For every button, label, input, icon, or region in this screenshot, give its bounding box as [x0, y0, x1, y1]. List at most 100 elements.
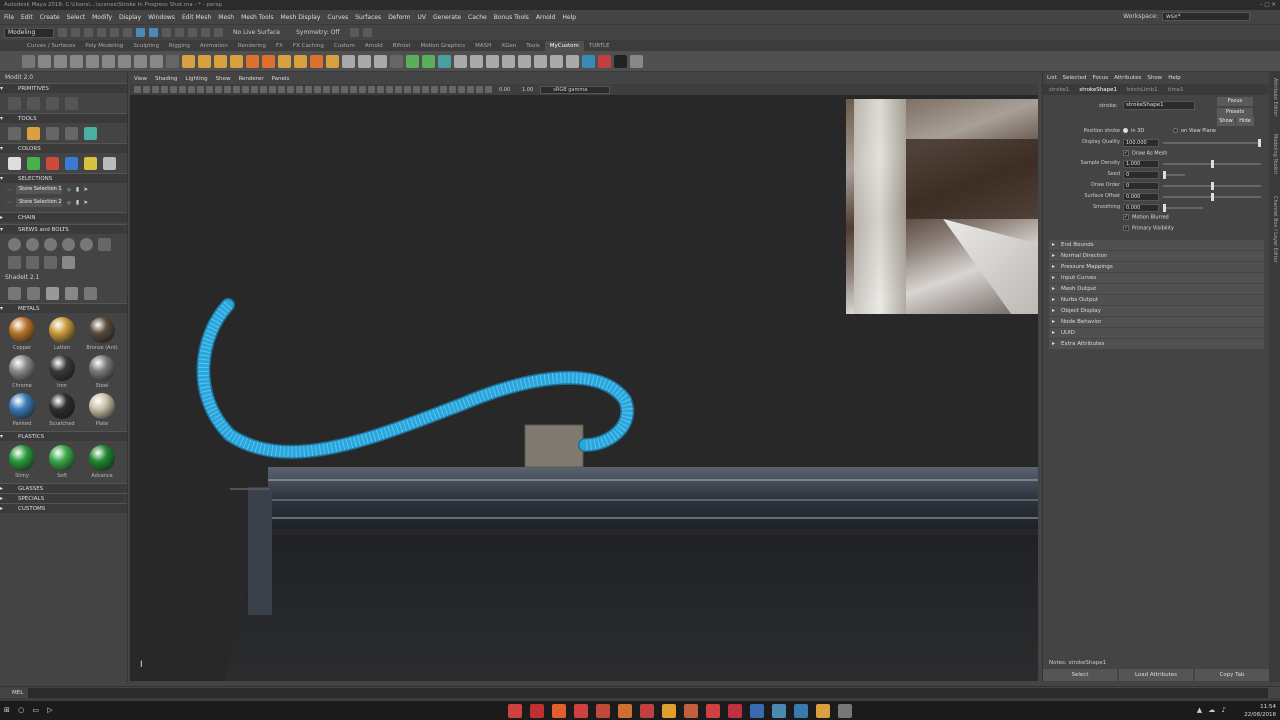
- viewport-tool-icon[interactable]: [377, 86, 384, 93]
- color-yellow-icon[interactable]: [84, 156, 97, 170]
- section-primitives[interactable]: PRIMITIVES: [0, 83, 127, 94]
- arrow-icon[interactable]: ➤: [83, 186, 88, 193]
- shelf-tool-icon[interactable]: [598, 54, 611, 68]
- taskbar-app-icon[interactable]: [816, 704, 830, 718]
- shelf-tool-icon[interactable]: [518, 54, 531, 68]
- shelf-tool-icon[interactable]: [38, 54, 51, 68]
- display-quality-field[interactable]: 100.000: [1123, 138, 1159, 147]
- ae-menu-selected[interactable]: Selected: [1063, 75, 1087, 81]
- shelf-tool-icon[interactable]: [374, 54, 387, 68]
- menu-create[interactable]: Create: [40, 14, 60, 21]
- smoothing-field[interactable]: 0.000: [1123, 203, 1159, 212]
- viewport-tool-icon[interactable]: [215, 86, 222, 93]
- position-on-view-radio[interactable]: on View Plane: [1173, 128, 1216, 134]
- side-tab-modeling-toolkit[interactable]: Modeling Toolkit: [1272, 134, 1278, 174]
- live-surface-label[interactable]: No Live Surface: [233, 29, 280, 36]
- section-object-display[interactable]: Object Display: [1049, 305, 1264, 316]
- shelf-tool-icon[interactable]: [166, 54, 179, 68]
- side-tab-channel-box[interactable]: Channel Box / Layer Editor: [1272, 196, 1278, 263]
- viewport-tool-icon[interactable]: [422, 86, 429, 93]
- menu-mesh-tools[interactable]: Mesh Tools: [241, 14, 273, 21]
- shelf-tab-mash[interactable]: MASH: [470, 41, 496, 51]
- slider-knob[interactable]: [1211, 192, 1214, 201]
- viewport-menu-panels[interactable]: Panels: [272, 76, 290, 82]
- command-input[interactable]: [28, 688, 1268, 698]
- taskbar-app-icon[interactable]: [750, 704, 764, 718]
- exposure-field[interactable]: 0.00: [499, 87, 510, 93]
- shelf-tool-icon[interactable]: [534, 54, 547, 68]
- shelf-tool-icon[interactable]: [614, 54, 627, 68]
- shelf-tool-icon[interactable]: [358, 54, 371, 68]
- shelf-tool-icon[interactable]: [54, 54, 67, 68]
- workspace-dropdown[interactable]: wsx*: [1162, 12, 1250, 21]
- menu-mesh-display[interactable]: Mesh Display: [281, 14, 321, 21]
- shelf-tab-arnold[interactable]: Arnold: [360, 41, 388, 51]
- shader-icon[interactable]: [27, 286, 40, 300]
- select-icon[interactable]: ▮: [76, 199, 79, 206]
- remove-icon[interactable]: —: [6, 186, 12, 193]
- section-pressure-mappings[interactable]: Pressure Mappings: [1049, 261, 1264, 272]
- viewport-tool-icon[interactable]: [287, 86, 294, 93]
- system-tray-icons[interactable]: ▲ ☁ ♪: [1197, 706, 1228, 714]
- color-blue-icon[interactable]: [65, 156, 78, 170]
- ae-menu-help[interactable]: Help: [1168, 75, 1181, 81]
- screw-icon[interactable]: [62, 238, 75, 251]
- shelf-tool-icon[interactable]: [86, 54, 99, 68]
- bolt-icon[interactable]: [44, 256, 57, 269]
- shelf-tool-icon[interactable]: [486, 54, 499, 68]
- plastic-material-swatch[interactable]: Advance: [82, 445, 122, 483]
- shelf-tool-icon[interactable]: [278, 54, 291, 68]
- remove-icon[interactable]: —: [6, 199, 12, 206]
- taskbar-app-icon[interactable]: [596, 704, 610, 718]
- viewport-tool-icon[interactable]: [296, 86, 303, 93]
- hide-button[interactable]: Hide: [1236, 117, 1254, 126]
- shelf-tool-icon[interactable]: [262, 54, 275, 68]
- ae-menu-show[interactable]: Show: [1147, 75, 1162, 81]
- copy-tab-button[interactable]: Copy Tab: [1195, 669, 1269, 681]
- shelf-tool-icon[interactable]: [22, 54, 35, 68]
- mirror-tool-icon[interactable]: [84, 126, 97, 140]
- shelf-tool-icon[interactable]: [566, 54, 579, 68]
- screw-icon[interactable]: [26, 238, 39, 251]
- viewport-tool-icon[interactable]: [350, 86, 357, 93]
- section-node-behavior[interactable]: Node Behavior: [1049, 316, 1264, 327]
- section-nurbs-output[interactable]: Nurbs Output: [1049, 294, 1264, 305]
- shelf-tab-sculpting[interactable]: Sculpting: [128, 41, 164, 51]
- menu-display[interactable]: Display: [119, 14, 141, 21]
- add-icon[interactable]: +: [66, 199, 72, 207]
- taskbar-clock[interactable]: 11:54 22/08/2018: [1244, 703, 1276, 719]
- tab-birchlimb1[interactable]: birchLimb1: [1127, 87, 1158, 93]
- smoothing-slider[interactable]: [1163, 203, 1203, 212]
- taskbar-app-icon[interactable]: [772, 704, 786, 718]
- color-space-dropdown[interactable]: sRGB gamma: [540, 85, 611, 94]
- lock-icon[interactable]: [162, 28, 171, 37]
- slider-knob[interactable]: [1258, 138, 1261, 147]
- shelf-tab-fx[interactable]: FX: [271, 41, 288, 51]
- magnet-icon[interactable]: [214, 28, 223, 37]
- shelf-tab-rendering[interactable]: Rendering: [233, 41, 271, 51]
- section-chain[interactable]: CHAIN: [0, 212, 127, 223]
- menu-generate[interactable]: Generate: [433, 14, 461, 21]
- shelf-tool-icon[interactable]: [406, 54, 419, 68]
- shelf-tab-curves[interactable]: Curves / Surfaces: [22, 41, 80, 51]
- menu-surfaces[interactable]: Surfaces: [355, 14, 381, 21]
- viewport-menu-renderer[interactable]: Renderer: [238, 76, 263, 82]
- node-name-field[interactable]: strokeShape1: [1123, 101, 1195, 110]
- plastic-material-swatch[interactable]: Shiny: [2, 445, 42, 483]
- seed-field[interactable]: 0: [1123, 171, 1159, 180]
- presets-button[interactable]: Presets: [1217, 108, 1253, 117]
- menu-windows[interactable]: Windows: [148, 14, 175, 21]
- metal-material-swatch[interactable]: Copper: [2, 317, 42, 355]
- viewport-tool-icon[interactable]: [134, 86, 141, 93]
- shelf-tool-icon[interactable]: [390, 54, 403, 68]
- section-uuid[interactable]: UUID: [1049, 327, 1264, 338]
- viewport-tool-icon[interactable]: [404, 86, 411, 93]
- menu-cache[interactable]: Cache: [468, 14, 487, 21]
- shelf-tool-icon[interactable]: [326, 54, 339, 68]
- shelf-tool-icon[interactable]: [294, 54, 307, 68]
- select-button[interactable]: Select: [1043, 669, 1117, 681]
- tab-stroke1[interactable]: stroke1: [1049, 87, 1069, 93]
- slider-knob[interactable]: [1163, 171, 1166, 180]
- taskbar-app-icon[interactable]: [706, 704, 720, 718]
- section-input-curves[interactable]: Input Curves: [1049, 272, 1264, 283]
